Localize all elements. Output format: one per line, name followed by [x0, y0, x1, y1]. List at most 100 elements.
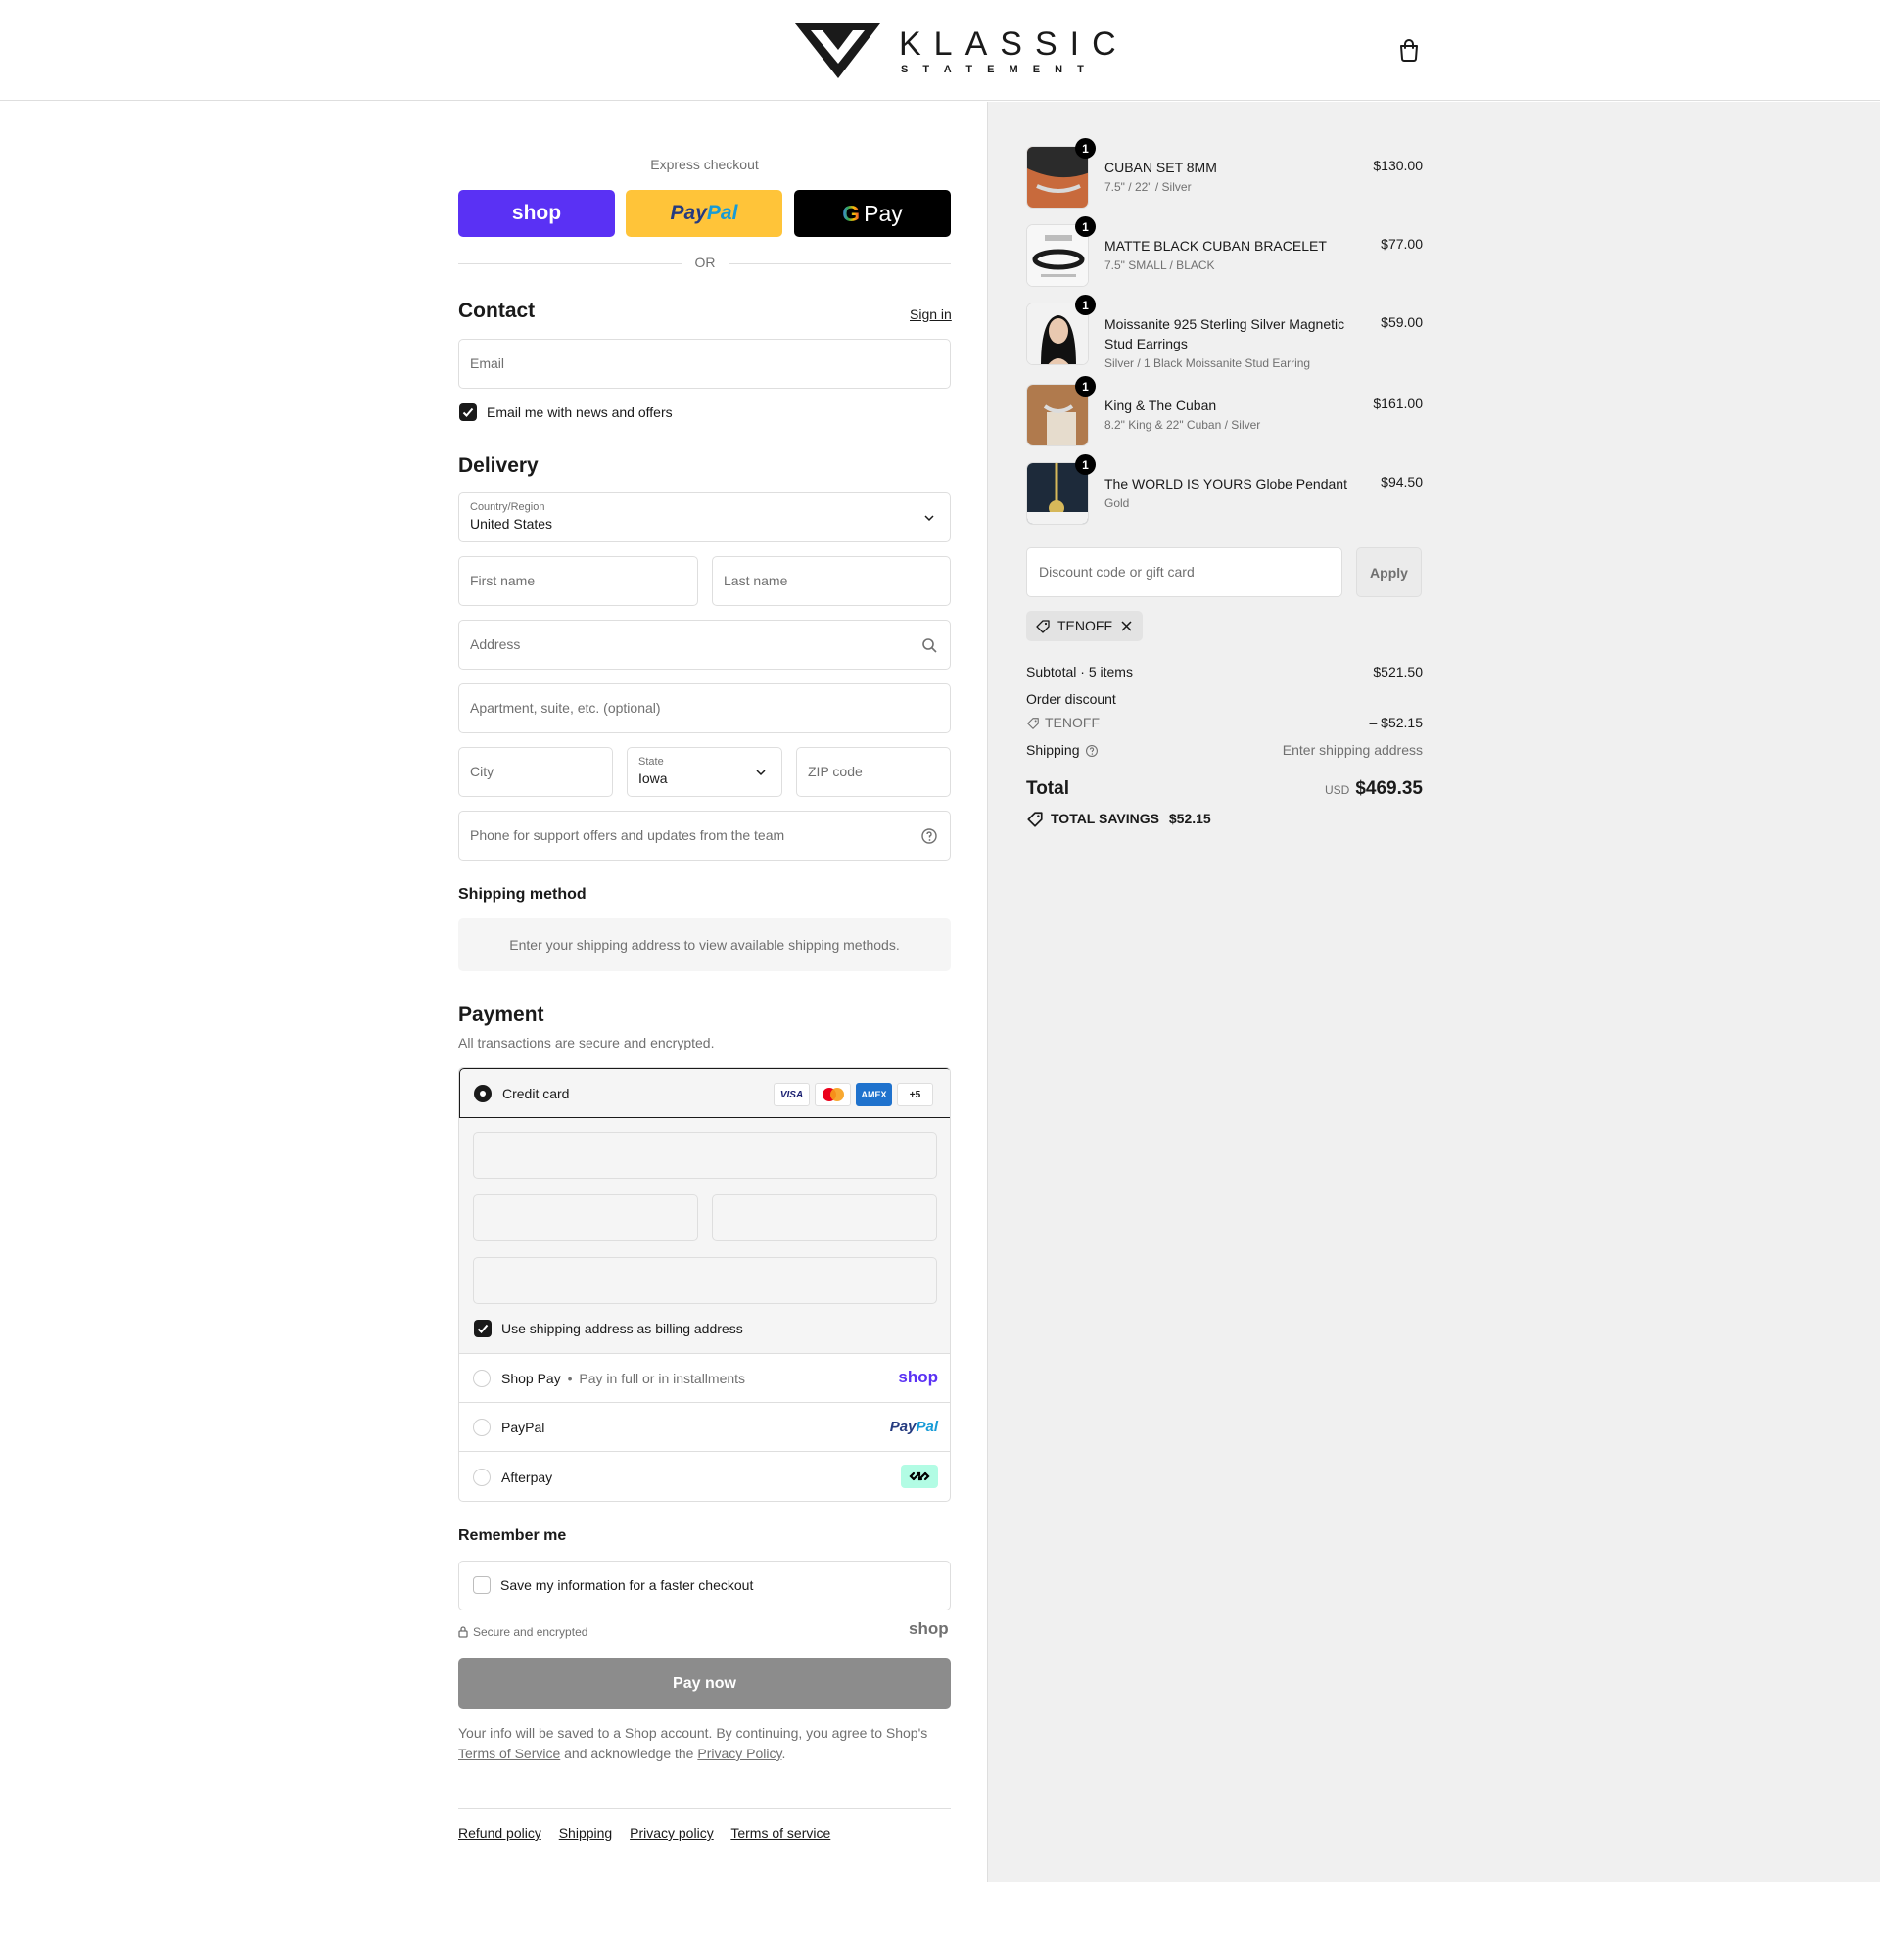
brand-name: KLASSIC: [899, 25, 1129, 63]
quantity-badge: 1: [1075, 376, 1096, 397]
credit-card-radio[interactable]: [474, 1085, 492, 1102]
product-price: $161.00: [1373, 396, 1423, 411]
country-value: United States: [470, 516, 553, 532]
visa-icon: VISA: [774, 1083, 810, 1106]
cart-item: 1 The WORLD IS YOURS Globe Pendant Gold $…: [1026, 454, 1423, 527]
first-name-field[interactable]: First name: [458, 556, 698, 606]
email-field[interactable]: Email: [458, 339, 951, 389]
country-select[interactable]: Country/Region United States: [458, 492, 951, 542]
newsletter-label: Email me with news and offers: [487, 404, 673, 420]
total-savings-value: $52.15: [1168, 811, 1211, 826]
last-name-field[interactable]: Last name: [712, 556, 951, 606]
paypal-express-button[interactable]: PayPal: [626, 190, 782, 237]
product-name: MATTE BLACK CUBAN BRACELET: [1104, 238, 1327, 254]
product-variant: 7.5" SMALL / BLACK: [1104, 258, 1215, 272]
google-pay-label: Pay: [864, 200, 903, 226]
discount-code-label: TENOFF: [1045, 715, 1100, 730]
cart-item: 1 King & The Cuban 8.2" King & 22" Cuban …: [1026, 376, 1423, 448]
shop-pay-logo: shop: [898, 1368, 938, 1386]
shopping-bag-icon[interactable]: [1396, 37, 1422, 63]
currency-code: USD: [1324, 783, 1350, 797]
total-savings-row: TOTAL SAVINGS $52.15: [1026, 811, 1423, 827]
afterpay-logo: [901, 1465, 938, 1488]
address-field[interactable]: Address: [458, 620, 951, 670]
product-variant: 8.2" King & 22" Cuban / Silver: [1104, 418, 1261, 432]
payment-subtitle: All transactions are secure and encrypte…: [458, 1035, 715, 1050]
newsletter-checkbox[interactable]: [459, 403, 477, 421]
brand-logo[interactable]: KLASSIC S T A T E M E N T: [791, 18, 1116, 82]
shop-pay-express-button[interactable]: shop: [458, 190, 615, 237]
terms-of-service-link[interactable]: Terms of Service: [458, 1746, 560, 1761]
zip-field[interactable]: ZIP code: [796, 747, 951, 797]
sign-in-link[interactable]: Sign in: [910, 306, 952, 322]
pay-now-button[interactable]: Pay now: [458, 1658, 951, 1709]
help-circle-icon[interactable]: [1085, 744, 1099, 758]
quantity-badge: 1: [1075, 138, 1096, 159]
shipping-policy-link[interactable]: Shipping: [559, 1825, 613, 1841]
close-icon[interactable]: [1120, 620, 1133, 632]
checkmark-icon: [462, 407, 474, 417]
applied-code-label: TENOFF: [1058, 618, 1112, 633]
refund-policy-link[interactable]: Refund policy: [458, 1825, 541, 1841]
or-separator: OR: [694, 255, 716, 270]
product-variant: Silver / 1 Black Moissanite Stud Earring: [1104, 356, 1311, 370]
order-discount-label: Order discount: [1026, 691, 1116, 707]
delivery-heading: Delivery: [458, 454, 539, 477]
google-g-icon: G: [842, 200, 861, 226]
payment-option-afterpay[interactable]: Afterpay: [459, 1452, 950, 1501]
checkmark-icon: [477, 1324, 489, 1333]
afterpay-label: Afterpay: [501, 1470, 553, 1485]
apartment-field[interactable]: Apartment, suite, etc. (optional): [458, 683, 951, 733]
remember-me-label: Save my information for a faster checkou…: [500, 1577, 754, 1593]
shop-logo: shop: [909, 1619, 949, 1638]
shop-pay-option-text: Shop Pay • Pay in full or in installment…: [501, 1371, 746, 1386]
apply-discount-button[interactable]: Apply: [1356, 547, 1422, 597]
state-select[interactable]: State Iowa: [627, 747, 782, 797]
cart-item: 1 Moissanite 925 Sterling Silver Magneti…: [1026, 295, 1423, 370]
card-name-field[interactable]: [473, 1257, 937, 1304]
billing-address-checkbox[interactable]: [474, 1320, 492, 1337]
payment-option-paypal[interactable]: PayPal PayPal: [459, 1403, 950, 1452]
shop-pay-label: Shop Pay: [501, 1371, 561, 1386]
total-savings-label: TOTAL SAVINGS: [1051, 811, 1159, 826]
phone-field[interactable]: Phone for support offers and updates fro…: [458, 811, 951, 861]
applied-discount-chip: TENOFF: [1026, 611, 1143, 641]
payment-option-credit-card[interactable]: Credit card VISA AMEX +5: [459, 1068, 950, 1118]
help-circle-icon[interactable]: [920, 827, 938, 845]
remember-me-box[interactable]: Save my information for a faster checkou…: [458, 1561, 951, 1610]
legal-text: Your info will be saved to a Shop accoun…: [458, 1723, 951, 1764]
product-variant: Gold: [1104, 496, 1130, 510]
remember-me-checkbox[interactable]: [473, 1576, 491, 1594]
express-checkout-label: Express checkout: [650, 157, 759, 172]
payment-option-shop-pay[interactable]: Shop Pay • Pay in full or in installment…: [459, 1354, 950, 1403]
cart-item: 1 CUBAN SET 8MM 7.5" / 22" / Silver $130.…: [1026, 138, 1423, 210]
card-security-code-field[interactable]: [712, 1194, 937, 1241]
tag-icon: [1036, 620, 1050, 633]
discount-code-row: TENOFF – $52.15: [1026, 715, 1423, 730]
product-name: CUBAN SET 8MM: [1104, 160, 1217, 175]
google-pay-express-button[interactable]: G Pay: [794, 190, 951, 237]
credit-card-label: Credit card: [502, 1086, 570, 1101]
privacy-policy-link[interactable]: Privacy Policy: [697, 1746, 781, 1761]
city-field[interactable]: City: [458, 747, 613, 797]
terms-of-service-footer-link[interactable]: Terms of service: [730, 1825, 830, 1841]
paypal-radio[interactable]: [473, 1419, 491, 1436]
search-icon: [922, 638, 937, 653]
discount-value: – $52.15: [1369, 715, 1424, 730]
privacy-policy-footer-link[interactable]: Privacy policy: [630, 1825, 714, 1841]
subtotal-row: Subtotal · 5 items $521.50: [1026, 664, 1423, 679]
secure-label: Secure and encrypted: [473, 1625, 588, 1639]
shipping-label: Shipping: [1026, 742, 1080, 758]
shop-pay-radio[interactable]: [473, 1370, 491, 1387]
discount-code-field[interactable]: Discount code or gift card: [1026, 547, 1342, 597]
payment-methods: Credit card VISA AMEX +5 Use shipping ad…: [458, 1067, 951, 1502]
shop-pay-logo: shop: [511, 202, 562, 224]
card-expiry-field[interactable]: [473, 1194, 698, 1241]
subtotal-label: Subtotal · 5 items: [1026, 664, 1133, 679]
paypal-logo: PayPal: [670, 202, 738, 224]
card-number-field[interactable]: [473, 1132, 937, 1179]
afterpay-radio[interactable]: [473, 1469, 491, 1486]
shipping-method-heading: Shipping method: [458, 886, 587, 903]
mastercard-icon: [815, 1083, 851, 1106]
shop-pay-subtitle: Pay in full or in installments: [579, 1371, 746, 1386]
